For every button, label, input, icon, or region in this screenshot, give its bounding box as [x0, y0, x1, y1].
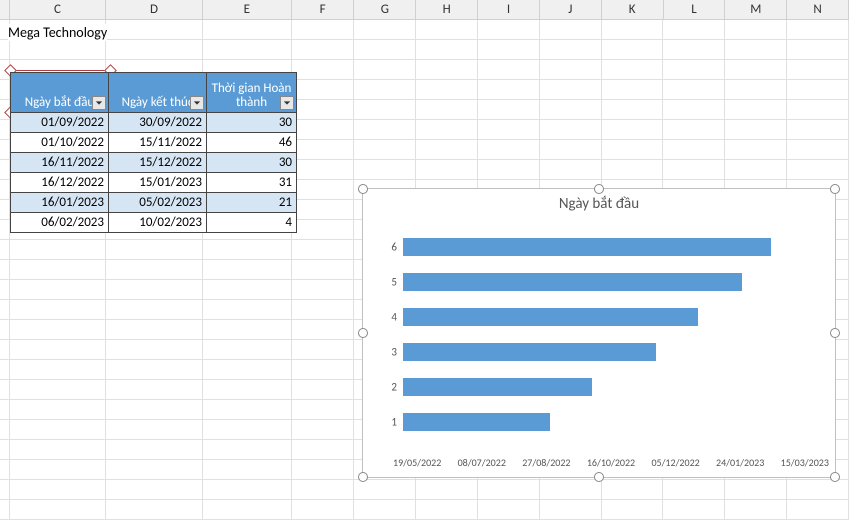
col-M[interactable]: M	[725, 0, 787, 19]
chart-resize-handle[interactable]	[830, 328, 840, 338]
data-table[interactable]: Ngày bắt đầu Ngày kết thúc Thời gian Hoà…	[10, 72, 297, 233]
cell[interactable]: 15/11/2022	[109, 133, 207, 153]
cell[interactable]: 31	[207, 173, 297, 193]
cell[interactable]: 30	[207, 153, 297, 173]
table-row[interactable]: 01/09/202230/09/202230	[11, 113, 297, 133]
chart-resize-handle[interactable]	[594, 472, 604, 482]
cell[interactable]: 16/12/2022	[11, 173, 109, 193]
col-F[interactable]: F	[292, 0, 355, 19]
chart-x-tick: 08/07/2022	[458, 456, 506, 469]
chart-bar[interactable]	[403, 238, 771, 256]
filter-dropdown-icon[interactable]	[92, 96, 106, 110]
chart-bar[interactable]	[403, 273, 742, 291]
chart-x-tick: 15/03/2023	[781, 456, 829, 469]
col-H[interactable]: H	[416, 0, 478, 19]
column-headers: C D E F G H I J K L M N	[0, 0, 849, 20]
cell[interactable]: 16/11/2022	[11, 153, 109, 173]
table-row[interactable]: 06/02/202310/02/20234	[11, 213, 297, 233]
header-label: Ngày bắt đầu	[25, 95, 95, 110]
chart-x-axis: 19/05/2022 08/07/2022 27/08/2022 16/10/2022…	[393, 456, 829, 469]
chart-bar[interactable]	[403, 308, 698, 326]
cell[interactable]: 06/02/2023	[11, 213, 109, 233]
col-G[interactable]: G	[354, 0, 416, 19]
chart-resize-handle[interactable]	[358, 472, 368, 482]
col-C[interactable]: C	[10, 0, 107, 19]
col-J[interactable]: J	[540, 0, 602, 19]
table-row[interactable]: 16/01/202305/02/202321	[11, 193, 297, 213]
table-row[interactable]: 16/12/202215/01/202331	[11, 173, 297, 193]
title-cell[interactable]: Mega Technology	[8, 24, 107, 41]
chart-y-label: 3	[383, 345, 397, 358]
chart-plot-area[interactable]: 123456	[403, 229, 823, 439]
cell[interactable]: 46	[207, 133, 297, 153]
table-row[interactable]: 16/11/202215/12/202230	[11, 153, 297, 173]
chart-bar[interactable]	[403, 343, 656, 361]
col-N[interactable]: N	[787, 0, 849, 19]
cell[interactable]: 15/01/2023	[109, 173, 207, 193]
cell[interactable]: 21	[207, 193, 297, 213]
col-K[interactable]: K	[602, 0, 664, 19]
chart-y-label: 1	[383, 415, 397, 428]
chart-bar[interactable]	[403, 378, 592, 396]
chart-resize-handle[interactable]	[358, 328, 368, 338]
cell[interactable]: 01/09/2022	[11, 113, 109, 133]
table-header-duration[interactable]: Thời gian Hoàn thành	[207, 73, 297, 113]
filter-dropdown-icon[interactable]	[190, 96, 204, 110]
chart-object[interactable]: Ngày bắt đầu 123456 19/05/202208/07/2022…	[362, 188, 836, 478]
cell[interactable]: 10/02/2023	[109, 213, 207, 233]
chart-x-tick: 27/08/2022	[522, 456, 570, 469]
cell[interactable]: 01/10/2022	[11, 133, 109, 153]
chart-bar[interactable]	[403, 413, 550, 431]
chart-x-tick: 16/10/2022	[587, 456, 635, 469]
cell[interactable]: 05/02/2023	[109, 193, 207, 213]
chart-y-label: 2	[383, 380, 397, 393]
cell[interactable]: 16/01/2023	[11, 193, 109, 213]
gutter	[0, 0, 10, 19]
chart-resize-handle[interactable]	[830, 472, 840, 482]
col-I[interactable]: I	[478, 0, 540, 19]
chart-x-tick: 05/12/2022	[651, 456, 699, 469]
chart-y-label: 5	[383, 275, 397, 288]
chart-y-label: 4	[383, 310, 397, 323]
cell[interactable]: 4	[207, 213, 297, 233]
header-label: Ngày kết thúc	[122, 95, 194, 110]
chart-x-tick: 19/05/2022	[393, 456, 441, 469]
chart-resize-handle[interactable]	[358, 184, 368, 194]
col-D[interactable]: D	[106, 0, 203, 19]
table-header-startdate[interactable]: Ngày bắt đầu	[11, 73, 109, 113]
filter-dropdown-icon[interactable]	[280, 96, 294, 110]
cell[interactable]: 30/09/2022	[109, 113, 207, 133]
col-E[interactable]: E	[203, 0, 292, 19]
chart-resize-handle[interactable]	[830, 184, 840, 194]
col-L[interactable]: L	[664, 0, 726, 19]
chart-y-label: 6	[383, 240, 397, 253]
cell[interactable]: 15/12/2022	[109, 153, 207, 173]
chart-x-tick: 24/01/2023	[716, 456, 764, 469]
chart-resize-handle[interactable]	[594, 184, 604, 194]
cell[interactable]: 30	[207, 113, 297, 133]
table-row[interactable]: 01/10/202215/11/202246	[11, 133, 297, 153]
table-header-enddate[interactable]: Ngày kết thúc	[109, 73, 207, 113]
